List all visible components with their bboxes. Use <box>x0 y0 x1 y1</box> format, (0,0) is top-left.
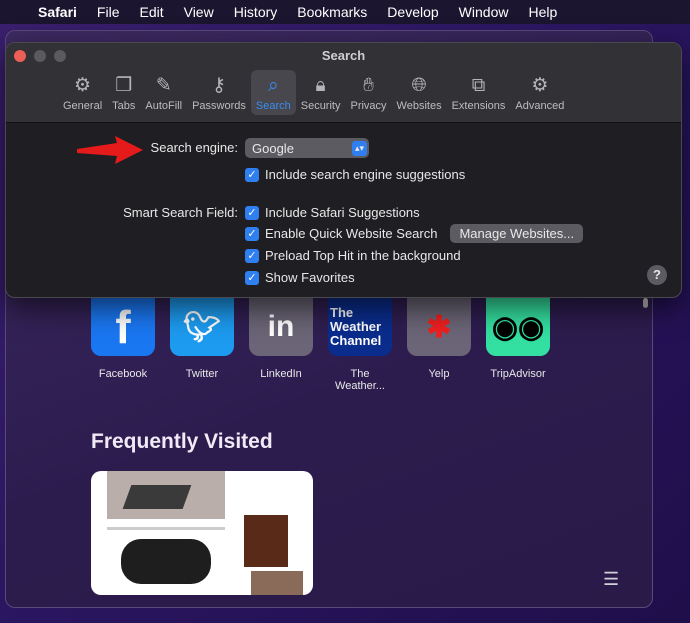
favorite-label: Facebook <box>98 368 148 380</box>
menu-bookmarks[interactable]: Bookmarks <box>297 4 367 20</box>
search-icon: ⌕ <box>267 75 279 96</box>
autofill-icon: ✎ <box>155 75 172 96</box>
tab-label: Extensions <box>451 100 506 112</box>
privacy-icon: ✋︎ <box>363 75 374 96</box>
favorite-tile-icon: The Weather Channel <box>328 298 392 356</box>
preload-top-hit-label: Preload Top Hit in the background <box>265 248 461 263</box>
menu-develop[interactable]: Develop <box>387 4 438 20</box>
tile-glyph: The Weather Channel <box>330 305 382 348</box>
tab-extensions[interactable]: ⧉ Extensions <box>447 70 511 115</box>
tab-general[interactable]: ⚙ General <box>58 70 107 115</box>
tab-label: Security <box>300 100 341 112</box>
security-icon: 🔒︎ <box>315 75 326 96</box>
passwords-icon: ⚷ <box>212 75 226 96</box>
help-button[interactable]: ? <box>647 265 667 285</box>
tabs-icon: ❐ <box>115 75 133 96</box>
show-favorites-checkbox[interactable]: ✓ <box>245 270 259 285</box>
tile-glyph: ✱ <box>426 310 452 344</box>
tile-glyph: in <box>267 310 295 343</box>
favorite-tile-icon: 🐦︎ <box>170 298 234 356</box>
favorite-label: TripAdvisor <box>490 368 546 380</box>
menu-safari[interactable]: Safari <box>38 4 77 20</box>
tab-websites[interactable]: 🌐︎ Websites <box>392 70 447 115</box>
tab-label: AutoFill <box>145 100 183 112</box>
scrollbar[interactable] <box>643 298 648 308</box>
favorite-linkedin[interactable]: in LinkedIn <box>248 298 314 380</box>
safari-suggestions-label: Include Safari Suggestions <box>265 205 420 220</box>
include-suggestions-checkbox[interactable]: ✓ <box>245 167 259 182</box>
favorite-label: Twitter <box>185 368 219 380</box>
tile-glyph: f <box>115 301 131 353</box>
tab-autofill[interactable]: ✎ AutoFill <box>140 70 187 115</box>
tab-search[interactable]: ⌕ Search <box>250 70 296 115</box>
websites-icon: 🌐︎ <box>411 75 427 96</box>
tab-privacy[interactable]: ✋︎ Privacy <box>345 70 391 115</box>
advanced-icon: ⚙ <box>531 75 549 96</box>
favorite-yelp[interactable]: ✱ Yelp <box>406 298 472 380</box>
menu-history[interactable]: History <box>234 4 278 20</box>
search-engine-value: Google <box>252 140 294 156</box>
favorite-tile-icon: ◉◉ <box>486 298 550 356</box>
smart-search-label: Smart Search Field: <box>123 205 238 220</box>
frequently-visited-thumbnail[interactable] <box>91 471 313 595</box>
favorite-facebook[interactable]: f Facebook <box>90 298 156 380</box>
safari-suggestions-checkbox[interactable]: ✓ <box>245 205 259 220</box>
window-title: Search <box>321 48 366 63</box>
favorite-label: The Weather... <box>335 368 385 392</box>
manage-websites-button[interactable]: Manage Websites... <box>450 224 584 243</box>
tab-advanced[interactable]: ⚙ Advanced <box>510 70 569 115</box>
tab-label: Search <box>255 100 291 112</box>
tile-glyph: ◉◉ <box>491 310 545 344</box>
show-favorites-label: Show Favorites <box>265 270 355 285</box>
favorite-tile-icon: in <box>249 298 313 356</box>
tab-security[interactable]: 🔒︎ Security <box>296 70 346 115</box>
tab-label: Tabs <box>112 100 136 112</box>
menu-view[interactable]: View <box>184 4 214 20</box>
tab-label: Websites <box>396 100 442 112</box>
tab-tabs[interactable]: ❐ Tabs <box>107 70 140 115</box>
menu-file[interactable]: File <box>97 4 120 20</box>
tab-label: Passwords <box>192 100 246 112</box>
include-suggestions-label: Include search engine suggestions <box>265 167 466 182</box>
tile-glyph: 🐦︎ <box>182 310 222 344</box>
favorite-theweather[interactable]: The Weather Channel The Weather... <box>327 298 393 392</box>
tab-label: General <box>63 100 103 112</box>
menu-bar: Safari File Edit View History Bookmarks … <box>0 0 690 24</box>
preload-top-hit-checkbox[interactable]: ✓ <box>245 248 259 263</box>
favorite-tile-icon: ✱ <box>407 298 471 356</box>
menu-help[interactable]: Help <box>528 4 557 20</box>
search-engine-select[interactable]: Google ▴▾ <box>245 138 369 158</box>
extensions-icon: ⧉ <box>471 75 486 96</box>
chevron-updown-icon: ▴▾ <box>352 140 367 156</box>
tab-label: Advanced <box>515 100 565 112</box>
menu-window[interactable]: Window <box>459 4 509 20</box>
quick-website-search-label: Enable Quick Website Search <box>265 226 438 241</box>
tab-label: Privacy <box>350 100 387 112</box>
favorite-twitter[interactable]: 🐦︎ Twitter <box>169 298 235 380</box>
tab-passwords[interactable]: ⚷ Passwords <box>187 70 251 115</box>
favorite-label: Yelp <box>428 368 450 380</box>
frequently-visited-heading: Frequently Visited <box>91 430 273 453</box>
red-arrow-annotation <box>77 136 143 164</box>
quick-website-search-checkbox[interactable]: ✓ <box>245 226 259 241</box>
menu-edit[interactable]: Edit <box>139 4 163 20</box>
customize-sliders-icon[interactable]: ☰ <box>603 569 619 590</box>
general-icon: ⚙ <box>74 75 92 96</box>
preferences-window: Search ⚙ General ❐ Tabs ✎ AutoFill ⚷ Passwords ⌕… <box>5 42 682 298</box>
favorite-tile-icon: f <box>91 298 155 356</box>
favorite-tripadvisor[interactable]: ◉◉ TripAdvisor <box>485 298 551 380</box>
favorite-label: LinkedIn <box>260 368 302 380</box>
